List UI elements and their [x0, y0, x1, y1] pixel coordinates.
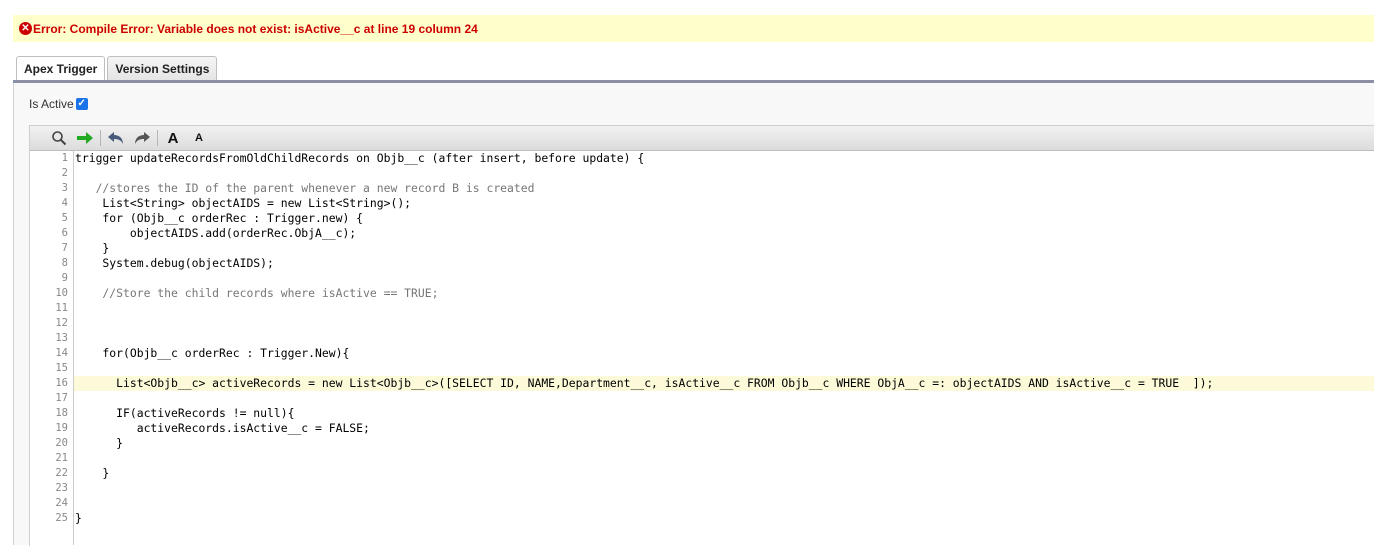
- code-line[interactable]: }: [74, 511, 1374, 526]
- line-number: 2: [61, 167, 68, 179]
- code-line[interactable]: for(Objb__c orderRec : Trigger.New){: [74, 346, 1374, 361]
- line-number: 1: [61, 152, 68, 164]
- code-line[interactable]: [74, 451, 1374, 466]
- undo-icon[interactable]: [103, 128, 129, 148]
- line-number: 4: [61, 197, 68, 209]
- tab-apex-trigger[interactable]: Apex Trigger: [16, 56, 106, 82]
- is-active-row: Is Active ✓: [29, 97, 88, 111]
- code-line[interactable]: }: [74, 436, 1374, 451]
- toolbar-separator: [157, 130, 158, 146]
- line-number: 20: [55, 437, 68, 449]
- is-active-label: Is Active: [29, 97, 74, 111]
- line-number: 9: [61, 272, 68, 284]
- code-line[interactable]: //Store the child records where isActive…: [74, 286, 1374, 301]
- code-line[interactable]: //stores the ID of the parent whenever a…: [74, 181, 1374, 196]
- line-number: 7: [61, 242, 68, 254]
- redo-icon[interactable]: [129, 128, 155, 148]
- line-number: 25: [55, 512, 68, 524]
- line-number: 19: [55, 422, 68, 434]
- line-number: 11: [55, 302, 68, 314]
- code-line-text: }: [75, 511, 82, 525]
- code-line[interactable]: [74, 301, 1374, 316]
- code-line[interactable]: for (Objb__c orderRec : Trigger.new) {: [74, 211, 1374, 226]
- code-line[interactable]: [74, 391, 1374, 406]
- line-number: 12: [55, 317, 68, 329]
- code-line-text: activeRecords.isActive__c = FALSE;: [75, 421, 370, 435]
- line-number: 8: [61, 257, 68, 269]
- code-editor[interactable]: A A 1 2 3 4 5 6 7 8 9 10 11 12 13 14 15 16 17 18 19 20 21 22 2…: [29, 125, 1374, 546]
- line-number: 24: [55, 497, 68, 509]
- line-number: 18: [55, 407, 68, 419]
- code-line-text: trigger updateRecordsFromOldChildRecords…: [75, 151, 645, 165]
- code-line-text: }: [75, 241, 110, 255]
- error-message: Error: Compile Error: Variable does not …: [33, 21, 478, 36]
- line-number: 10: [55, 287, 68, 299]
- toolbar-separator: [100, 130, 101, 146]
- line-number: 23: [55, 482, 68, 494]
- code-line[interactable]: [74, 361, 1374, 376]
- search-icon[interactable]: [46, 128, 72, 148]
- code-line-text: }: [75, 436, 124, 450]
- code-line-text: for(Objb__c orderRec : Trigger.New){: [75, 346, 350, 360]
- code-line[interactable]: activeRecords.isActive__c = FALSE;: [74, 421, 1374, 436]
- is-active-checkbox[interactable]: ✓: [75, 98, 88, 110]
- code-line[interactable]: List<String> objectAIDS = new List<Strin…: [74, 196, 1374, 211]
- code-line-text: //stores the ID of the parent whenever a…: [75, 181, 535, 195]
- line-number: 17: [55, 392, 68, 404]
- code-line-text: System.debug(objectAIDS);: [75, 256, 274, 270]
- line-number: 22: [55, 467, 68, 479]
- code-line-text: List<String> objectAIDS = new List<Strin…: [75, 196, 412, 210]
- code-line[interactable]: [74, 271, 1374, 286]
- code-line-text: List<Objb__c> activeRecords = new List<O…: [75, 376, 1214, 390]
- tab-version-settings[interactable]: Version Settings: [107, 56, 218, 81]
- code-line[interactable]: }: [74, 241, 1374, 256]
- code-line-text: for (Objb__c orderRec : Trigger.new) {: [75, 211, 364, 225]
- code-line[interactable]: [74, 316, 1374, 331]
- code-line[interactable]: [74, 496, 1374, 511]
- code-line[interactable]: objectAIDS.add(orderRec.ObjA__c);: [74, 226, 1374, 241]
- code-line[interactable]: [74, 331, 1374, 346]
- code-line[interactable]: [74, 166, 1374, 181]
- tab-bar: Apex Trigger Version Settings: [16, 56, 219, 82]
- code-line-text: objectAIDS.add(orderRec.ObjA__c);: [75, 226, 357, 240]
- code-line[interactable]: [74, 481, 1374, 496]
- font-decrease-button[interactable]: A: [186, 128, 212, 148]
- line-number: 15: [55, 362, 68, 374]
- editor-toolbar: A A: [30, 126, 1374, 151]
- goto-arrow-icon[interactable]: [72, 128, 98, 148]
- line-number: 14: [55, 347, 68, 359]
- font-increase-button[interactable]: A: [160, 128, 186, 148]
- code-line-text: }: [75, 466, 110, 480]
- code-line[interactable]: System.debug(objectAIDS);: [74, 256, 1374, 271]
- code-line[interactable]: }: [74, 466, 1374, 481]
- code-line-text: IF(activeRecords != null){: [75, 406, 295, 420]
- line-number: 13: [55, 332, 68, 344]
- error-banner: ✕ Error: Compile Error: Variable does no…: [13, 15, 1374, 42]
- line-number: 3: [61, 182, 68, 194]
- line-number: 5: [61, 212, 68, 224]
- line-number-gutter: 1 2 3 4 5 6 7 8 9 10 11 12 13 14 15 16 17 18 19 20 21 22 23 24 2…: [30, 151, 74, 545]
- code-line-text: //Store the child records where isActive…: [75, 286, 439, 300]
- code-lines[interactable]: trigger updateRecordsFromOldChildRecords…: [74, 151, 1374, 526]
- error-circle-icon: ✕: [19, 22, 32, 35]
- line-number: 21: [55, 452, 68, 464]
- line-number: 16: [55, 377, 68, 389]
- code-line[interactable]: trigger updateRecordsFromOldChildRecords…: [74, 151, 1374, 166]
- code-line[interactable]: IF(activeRecords != null){: [74, 406, 1374, 421]
- code-line[interactable]: List<Objb__c> activeRecords = new List<O…: [74, 376, 1374, 391]
- line-number: 6: [61, 227, 68, 239]
